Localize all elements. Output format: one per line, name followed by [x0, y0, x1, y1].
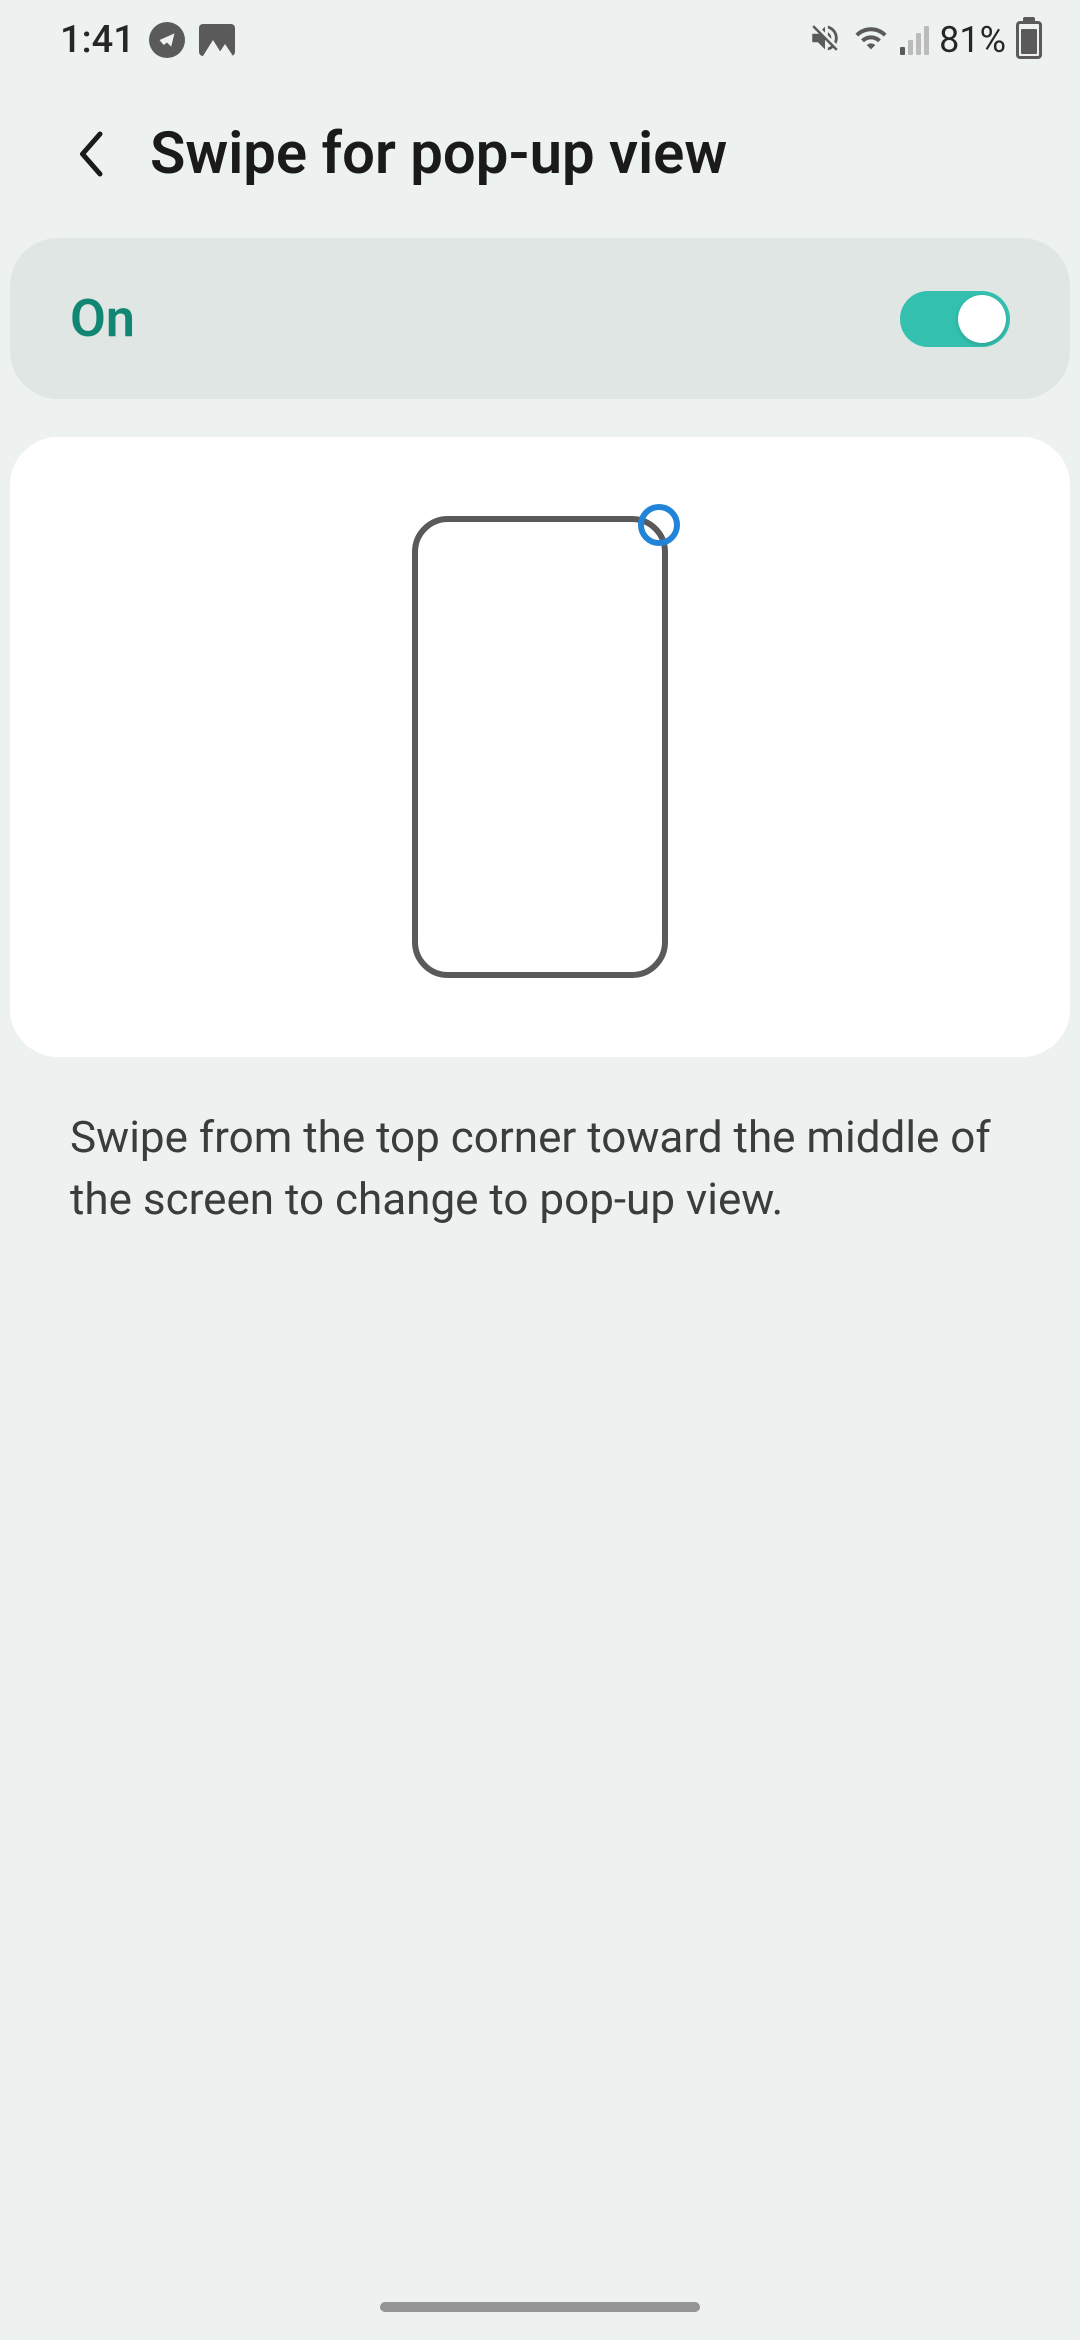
toggle-switch[interactable]	[900, 291, 1010, 347]
wifi-icon	[852, 21, 890, 59]
gallery-icon	[199, 24, 235, 56]
illustration-card	[10, 437, 1070, 1057]
toggle-card: On	[10, 238, 1070, 399]
navigation-handle[interactable]	[380, 2302, 700, 2312]
battery-percent: 81%	[939, 19, 1006, 61]
description-text: Swipe from the top corner toward the mid…	[0, 1057, 1080, 1280]
touch-indicator-icon	[638, 504, 680, 546]
vibrate-icon	[808, 21, 842, 59]
chevron-left-icon	[75, 129, 105, 179]
phone-illustration	[412, 516, 668, 978]
status-bar: 1:41 81%	[0, 0, 1080, 80]
status-right: 81%	[808, 19, 1042, 61]
battery-icon	[1016, 21, 1042, 59]
status-left: 1:41	[60, 18, 235, 62]
status-time: 1:41	[60, 18, 135, 62]
toggle-state-label: On	[70, 288, 135, 349]
back-button[interactable]	[70, 124, 110, 184]
telegram-icon	[149, 22, 185, 58]
header: Swipe for pop-up view	[0, 80, 1080, 238]
page-title: Swipe for pop-up view	[150, 120, 727, 188]
signal-icon	[900, 25, 929, 55]
